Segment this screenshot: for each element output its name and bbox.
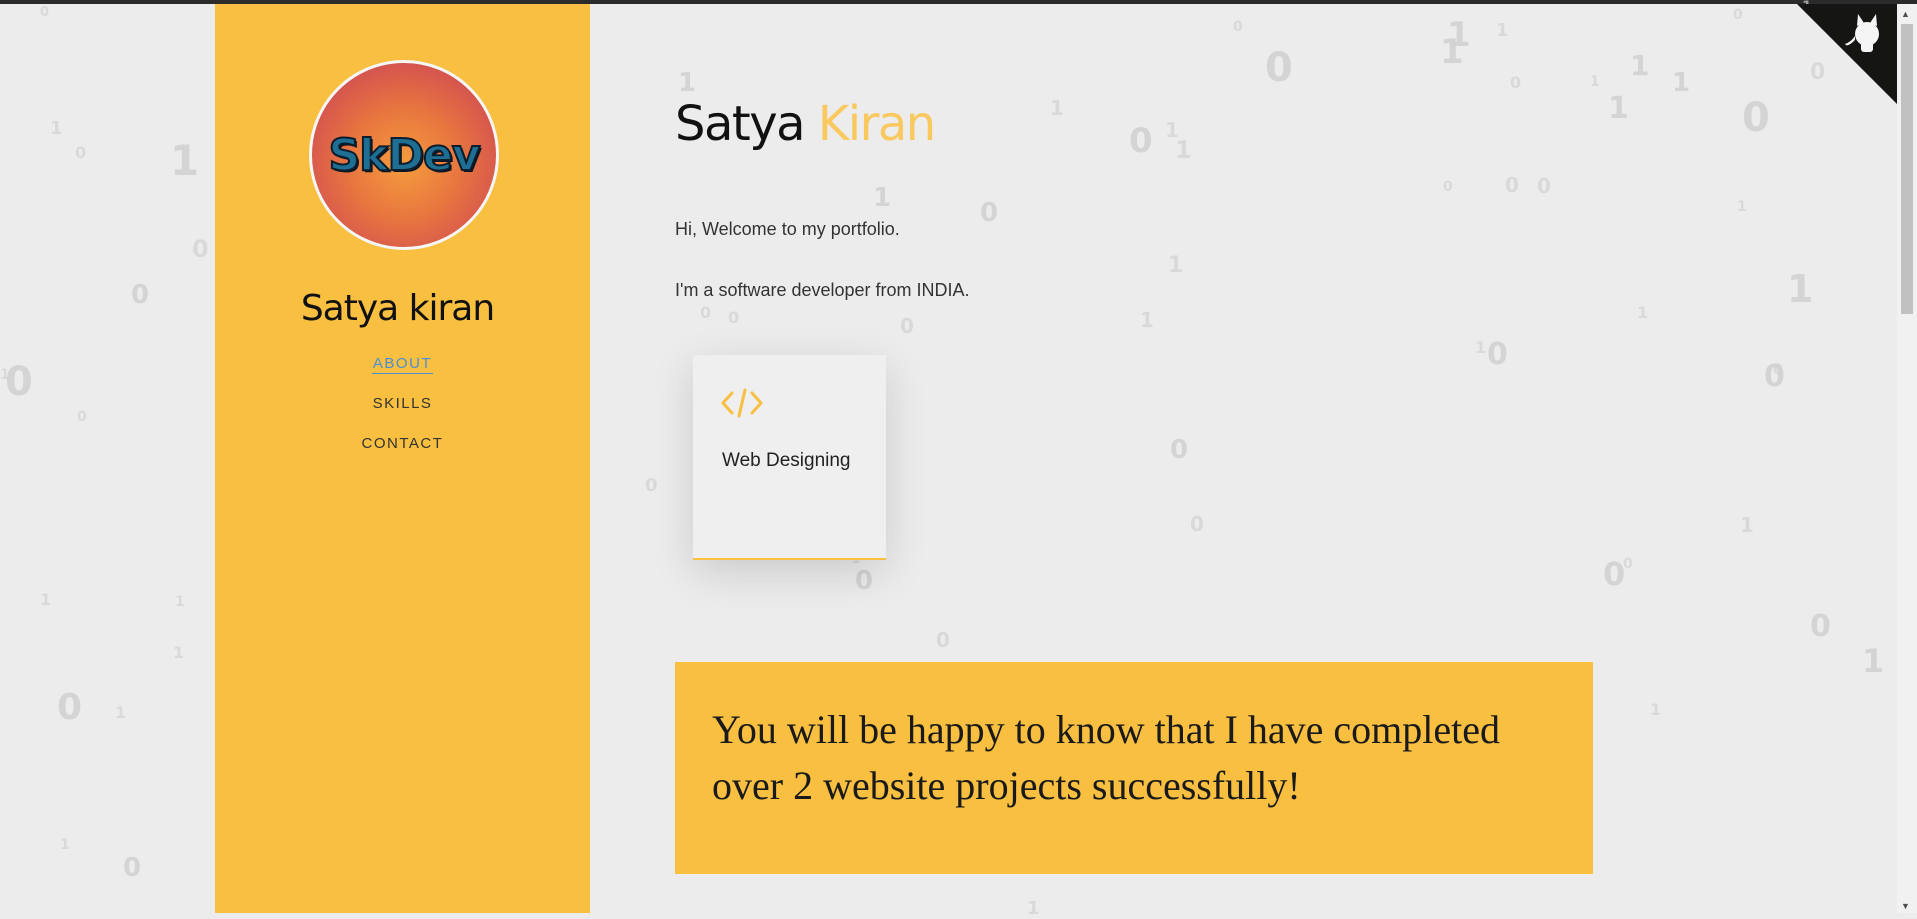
background-digit: 1 (1496, 20, 1509, 41)
background-digit: 0 (1510, 73, 1522, 92)
background-digit: 1 (1740, 513, 1754, 537)
background-digit: 0 (1443, 179, 1453, 195)
background-digit: 1 (1027, 898, 1040, 919)
background-digit: 1 (678, 68, 697, 98)
background-digit: 1 (1637, 303, 1649, 322)
scroll-down-arrow-icon[interactable]: ▼ (1901, 901, 1910, 911)
background-digit: 0 (123, 853, 142, 883)
background-digit: 0 (1603, 555, 1626, 593)
github-corner-link[interactable] (1797, 4, 1897, 104)
page-title: Satya Kiran (675, 96, 936, 152)
background-digit: 1 (1737, 199, 1747, 215)
avatar-logo: SkDev (309, 60, 499, 250)
background-digit: 0 (1190, 512, 1204, 536)
background-digit: 1 (1165, 118, 1179, 142)
background-digit: 0 (1265, 45, 1293, 91)
background-digit: 0 (1170, 435, 1189, 465)
background-digit: 1 (1440, 32, 1464, 72)
github-octocat-icon (1797, 4, 1897, 104)
service-card-web-designing[interactable]: Web Designing (693, 355, 886, 560)
background-digit: 1 (1050, 96, 1064, 120)
background-digit: 1 (115, 703, 127, 722)
background-digit: 0 (900, 314, 914, 338)
background-digit: 0 (728, 308, 740, 327)
background-digit: 0 (980, 198, 999, 228)
background-digit: 0 (1487, 337, 1508, 372)
background-digit: 1 (0, 367, 10, 383)
background-digit: 0 (192, 235, 209, 263)
background-digit: 0 (75, 143, 87, 162)
sidebar-nav: ABOUT SKILLS CONTACT (215, 354, 590, 474)
background-digit: 1 (1168, 253, 1184, 278)
scrollbar-thumb[interactable] (1901, 24, 1913, 314)
scroll-up-arrow-icon[interactable]: ▲ (1901, 9, 1910, 19)
background-digit: 1 (1175, 136, 1192, 164)
background-digit: 0 (936, 628, 950, 652)
background-digit: 1 (60, 837, 70, 853)
background-digit: 1 (1672, 68, 1691, 98)
background-digit: 1 (40, 590, 52, 609)
background-digit: 1 (1862, 642, 1885, 680)
background-digit: 0 (1773, 362, 1783, 378)
background-digit: 1 (173, 643, 185, 662)
background-digit: 1 (50, 118, 63, 139)
background-digit: 1 (1447, 15, 1471, 55)
sidebar-name: Satya kiran (300, 288, 495, 329)
background-digit: 0 (645, 475, 658, 496)
background-digit: 1 (1787, 267, 1814, 311)
intro-developer: I'm a software developer from INDIA. (675, 280, 970, 300)
background-digit: 1 (1630, 49, 1650, 82)
projects-banner: You will be happy to know that I have co… (675, 662, 1593, 874)
background-digit: 0 (1233, 19, 1243, 35)
background-digit: 0 (57, 687, 83, 728)
background-digit: 0 (700, 303, 712, 322)
title-first-name: Satya (675, 96, 806, 152)
intro-welcome: Hi, Welcome to my portfolio. (675, 219, 900, 239)
service-card-label: Web Designing (722, 450, 851, 471)
background-digit: 1 (175, 594, 185, 610)
sidebar: SkDev Satya kiran ABOUT SKILLS CONTACT (215, 4, 590, 913)
nav-item-skills[interactable]: SKILLS (372, 394, 434, 414)
background-digit: 0 (1537, 174, 1551, 198)
background-digit: 1 (1590, 74, 1600, 90)
background-digit: 0 (1733, 7, 1743, 23)
logo-text: SkDev (328, 129, 482, 182)
background-digit: 1 (1608, 91, 1629, 126)
background-digit: 0 (1505, 173, 1519, 197)
page-scrollbar[interactable]: ▲ ▼ (1897, 4, 1917, 913)
background-digit: 0 (1810, 609, 1831, 644)
code-icon (721, 387, 763, 424)
background-digit: 0 (1129, 121, 1153, 161)
background-digit: 1 (170, 136, 200, 185)
background-digit: 0 (77, 409, 87, 425)
background-digit: 0 (5, 359, 33, 405)
background-digit: 1 (1650, 700, 1662, 719)
background-digit: 1 (1475, 338, 1487, 357)
title-last-name: Kiran (817, 96, 936, 152)
background-digit: 0 (1742, 95, 1770, 141)
background-digit: 1 (873, 183, 892, 213)
background-digit: 1 (1140, 308, 1154, 332)
nav-item-contact[interactable]: CONTACT (361, 434, 445, 454)
background-digit: 0 (855, 566, 874, 596)
background-digit: 0 (40, 5, 50, 20)
projects-banner-text: You will be happy to know that I have co… (712, 707, 1501, 808)
background-digit: 0 (1623, 556, 1633, 572)
nav-item-about[interactable]: ABOUT (371, 354, 434, 374)
background-digit: 0 (1764, 359, 1785, 394)
background-digit: 0 (131, 280, 150, 310)
